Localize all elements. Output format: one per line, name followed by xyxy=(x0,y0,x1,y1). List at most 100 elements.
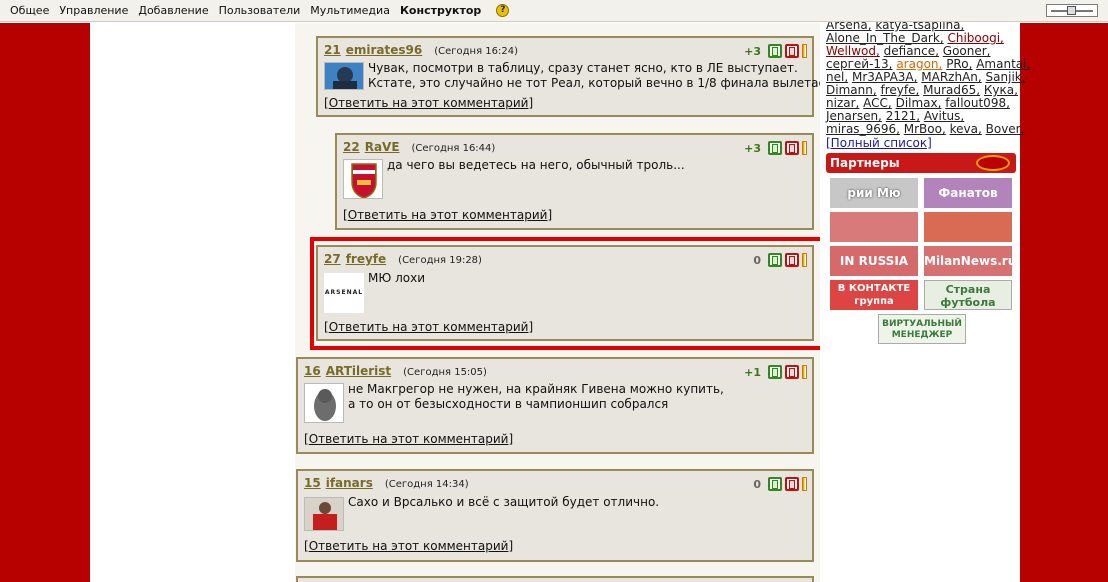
vote-up-icon[interactable] xyxy=(768,365,782,379)
user-link[interactable]: Chiboogi, xyxy=(947,31,1003,45)
menu-general[interactable]: Общее xyxy=(10,4,49,17)
flag-icon[interactable] xyxy=(802,253,807,267)
vote-down-icon[interactable] xyxy=(785,141,799,155)
user-link[interactable]: MrBoo, xyxy=(904,122,946,136)
user-link[interactable]: miras_9696, xyxy=(826,122,900,136)
user-link[interactable]: MARzhAn, xyxy=(921,70,981,84)
user-link[interactable]: сергей-13, xyxy=(826,57,893,71)
comment-text: МЮ лохи xyxy=(368,271,426,285)
comment-22: 22 RaVE (Сегодня 16:44) +3 да чего вы веде… xyxy=(335,133,814,230)
vote-down-icon[interactable] xyxy=(785,253,799,267)
user-link[interactable]: Кука, xyxy=(984,83,1018,97)
flag-icon[interactable] xyxy=(802,141,807,155)
user-link[interactable]: Mr3APA3A, xyxy=(852,70,917,84)
comment-time: (Сегодня 16:44) xyxy=(411,143,496,154)
reply-link[interactable]: [Ответить на этот комментарий] xyxy=(324,96,533,110)
avatar[interactable] xyxy=(343,159,383,199)
comment-21: 21 emirates96 (Сегодня 16:24) +3 Чувак, по… xyxy=(316,36,839,117)
partner-banner[interactable]: MilanNews.ru xyxy=(924,246,1012,276)
help-icon[interactable]: ? xyxy=(496,4,510,17)
menu-management[interactable]: Управление xyxy=(59,4,128,17)
comment-text: не Макгрегор не нужен, на крайняк Гивена… xyxy=(348,382,724,411)
partner-banner[interactable]: Фанатов xyxy=(924,178,1012,208)
user-link[interactable]: Avitus, xyxy=(924,109,964,123)
menu-users[interactable]: Пользователи xyxy=(219,4,301,17)
reply-link[interactable]: [Ответить на этот комментарий] xyxy=(324,320,533,334)
flag-icon[interactable] xyxy=(802,365,807,379)
partner-banner[interactable] xyxy=(830,212,918,242)
flag-icon[interactable] xyxy=(802,477,807,491)
user-link[interactable]: Bover, xyxy=(986,122,1025,136)
avatar-image xyxy=(325,63,363,89)
partners-header: Партнеры xyxy=(826,153,1016,173)
arsenal-crest-icon xyxy=(344,160,382,198)
avatar[interactable] xyxy=(304,383,344,423)
partners-title: Партнеры xyxy=(830,156,900,170)
user-link[interactable]: Dimann, xyxy=(826,83,877,97)
user-link[interactable]: ACC, xyxy=(863,96,892,110)
reply-link[interactable]: [Ответить на этот комментарий] xyxy=(304,432,513,446)
comment-score: +3 xyxy=(744,44,761,58)
avatar[interactable]: ARSENAL xyxy=(324,273,364,313)
vote-up-icon[interactable] xyxy=(768,44,782,58)
reply-link[interactable]: [Ответить на этот комментарий] xyxy=(304,539,513,553)
comment-time: (Сегодня 16:24) xyxy=(434,46,518,57)
partner-banner[interactable]: В КОНТАКТЕ группа Арсенала xyxy=(830,280,918,310)
menu-add[interactable]: Добавление xyxy=(138,4,208,17)
comment-author[interactable]: RaVE xyxy=(365,140,400,154)
comment-number[interactable]: 16 xyxy=(304,364,321,378)
user-link[interactable]: Amantai, xyxy=(976,57,1030,71)
user-link[interactable]: defiance, xyxy=(884,44,939,58)
comment-number[interactable]: 22 xyxy=(343,140,360,154)
comment-score: +3 xyxy=(744,141,761,155)
user-link[interactable]: PRo, xyxy=(946,57,972,71)
user-link[interactable]: nel, xyxy=(826,70,848,84)
vote-down-icon[interactable] xyxy=(785,477,799,491)
comment-author[interactable]: emirates96 xyxy=(346,43,423,57)
full-users-list-link[interactable]: [Полный список] xyxy=(826,137,1022,150)
comment-author[interactable]: ARTilerist xyxy=(326,364,391,378)
comment-number[interactable]: 27 xyxy=(324,252,341,266)
user-link[interactable]: freyfe, xyxy=(880,83,919,97)
user-link[interactable]: Alone_In_The_Dark, xyxy=(826,31,944,45)
partner-banner[interactable]: рии Мю xyxy=(830,178,918,208)
user-link[interactable]: Wellwod, xyxy=(826,44,880,58)
comment-author[interactable]: freyfe xyxy=(346,252,386,266)
partner-banner[interactable] xyxy=(924,212,1012,242)
user-link[interactable]: aragon, xyxy=(896,57,942,71)
user-link[interactable]: Murad65, xyxy=(923,83,980,97)
comment-number[interactable]: 15 xyxy=(304,476,321,490)
vote-up-icon[interactable] xyxy=(768,477,782,491)
comment-text: Сахо и Врсалько и всё с защитой будет от… xyxy=(348,495,660,509)
zoom-slider[interactable] xyxy=(1046,4,1098,17)
user-link[interactable]: Gooner, xyxy=(943,44,991,58)
user-link[interactable]: Jenarsen, xyxy=(826,109,882,123)
flag-icon[interactable] xyxy=(802,44,807,58)
partner-banner[interactable]: Страна футбола xyxy=(924,280,1012,310)
vote-down-icon[interactable] xyxy=(785,44,799,58)
menu-multimedia[interactable]: Мультимедиа xyxy=(310,4,390,17)
admin-toolbar: Общее Управление Добавление Пользователи… xyxy=(0,0,1108,22)
partner-banner[interactable]: ВИРТУАЛЬНЫЙ МЕНЕДЖЕР xyxy=(878,314,966,344)
user-link[interactable]: Sanjik, xyxy=(986,70,1026,84)
avatar-logo-text: ARSENAL xyxy=(324,289,364,296)
avatar[interactable] xyxy=(324,62,364,90)
menu-constructor[interactable]: Конструктор xyxy=(400,4,481,17)
vote-up-icon[interactable] xyxy=(768,253,782,267)
user-link[interactable]: Dilmax, xyxy=(896,96,942,110)
comment-number[interactable]: 21 xyxy=(324,43,341,57)
partner-banner[interactable]: IN RUSSIA xyxy=(830,246,918,276)
user-link[interactable]: nizar, xyxy=(826,96,859,110)
vote-up-icon[interactable] xyxy=(768,141,782,155)
comment-author[interactable]: ifanars xyxy=(326,476,373,490)
comment-time: (Сегодня 15:05) xyxy=(403,367,487,378)
vote-down-icon[interactable] xyxy=(785,365,799,379)
user-link[interactable]: fallout098, xyxy=(945,96,1010,110)
avatar-image xyxy=(305,498,343,530)
user-link[interactable]: 2121, xyxy=(886,109,920,123)
comment-text: да чего вы ведетесь на него, обычный тро… xyxy=(387,158,685,172)
user-link[interactable]: keva, xyxy=(950,122,982,136)
avatar[interactable] xyxy=(304,497,344,531)
reply-link[interactable]: [Ответить на этот комментарий] xyxy=(343,208,552,222)
zoom-slider-thumb[interactable] xyxy=(1067,6,1076,15)
